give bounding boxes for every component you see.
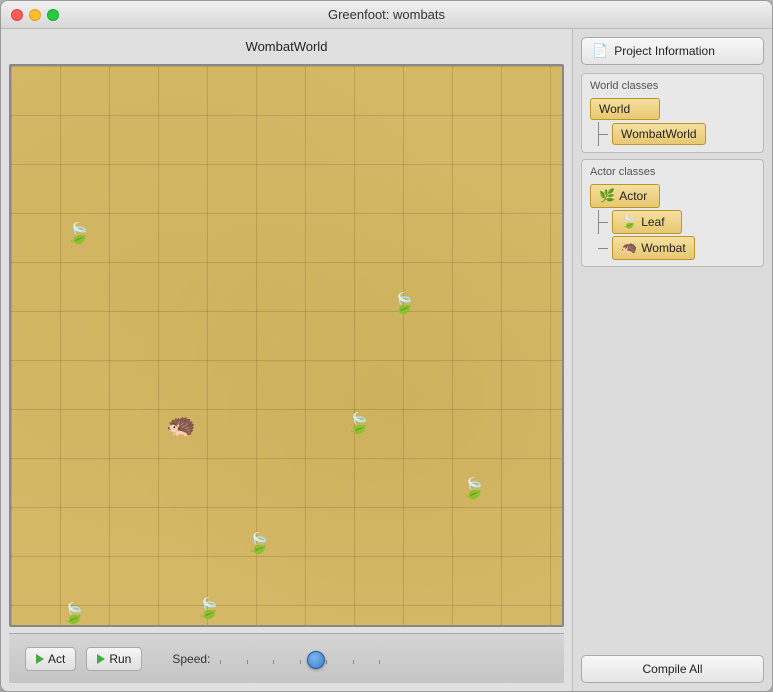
wombat-class-label: Wombat: [641, 241, 685, 255]
leaf-sprite-4[interactable]: 🍃: [461, 476, 486, 501]
actor-classes-box: Actor classes 🌿 Actor: [581, 159, 764, 267]
world-class-button[interactable]: World: [590, 98, 660, 120]
leaf-sprite-2[interactable]: 🍃: [391, 291, 416, 316]
leaf-class-item: 🍃 Leaf: [590, 210, 755, 234]
wombat-world-class-button[interactable]: WombatWorld: [612, 123, 706, 145]
doc-icon: 📄: [592, 43, 608, 59]
act-play-icon: [36, 654, 44, 664]
minimize-button[interactable]: [29, 9, 41, 21]
run-label: Run: [109, 652, 131, 666]
world-classes-box: World classes World: [581, 73, 764, 153]
leaf-sprite-3[interactable]: 🍃: [346, 411, 371, 436]
compile-all-label: Compile All: [642, 662, 702, 676]
world-class-item: World: [590, 98, 755, 120]
wombat-tree-horiz: [598, 248, 608, 249]
actor-class-icon: 🌿: [599, 188, 615, 204]
tick-4: [300, 660, 301, 664]
run-play-icon: [97, 654, 105, 664]
world-tree-indent: [590, 122, 608, 146]
tree-horiz-line: [598, 134, 608, 135]
world-title: WombatWorld: [9, 37, 564, 58]
world-canvas[interactable]: 🍃 🍃 🍃 🍃 🍃 🍃 🍃 🦔: [9, 64, 564, 627]
tick-6: [353, 660, 354, 664]
actor-class-label: Actor: [619, 189, 647, 203]
leaf-sprite-1[interactable]: 🍃: [66, 221, 91, 246]
maximize-button[interactable]: [47, 9, 59, 21]
grid-overlay: [11, 66, 562, 625]
leaf-tree-indent: [590, 210, 608, 234]
wombat-class-item: 🦔 Wombat: [590, 236, 755, 260]
speed-label: Speed:: [172, 652, 210, 666]
act-label: Act: [48, 652, 65, 666]
wombat-world-class-label: WombatWorld: [621, 127, 697, 141]
tick-1: [220, 660, 221, 664]
leaf-sprite-7[interactable]: 🍃: [61, 601, 86, 626]
window-title: Greenfoot: wombats: [328, 7, 445, 22]
tick-5: [326, 660, 327, 664]
slider-ticks: [220, 660, 380, 664]
leaf-sprite-6[interactable]: 🍃: [196, 596, 221, 621]
right-panel: 📄 Project Information World classes Worl…: [572, 29, 772, 691]
slider-thumb[interactable]: [307, 651, 325, 669]
project-info-label: Project Information: [614, 44, 715, 58]
leaf-class-label: Leaf: [641, 215, 664, 229]
speed-slider-container[interactable]: [220, 653, 380, 664]
act-button[interactable]: Act: [25, 647, 76, 671]
actor-class-item: 🌿 Actor: [590, 184, 755, 208]
tick-7: [379, 660, 380, 664]
wombat-class-icon: 🦔: [621, 240, 637, 256]
compile-all-button[interactable]: Compile All: [581, 655, 764, 683]
titlebar: Greenfoot: wombats: [1, 1, 772, 29]
leaf-sprite-5[interactable]: 🍃: [246, 531, 271, 556]
world-classes-section: World classes World: [581, 73, 764, 267]
leaf-tree-horiz: [598, 222, 608, 223]
run-button[interactable]: Run: [86, 647, 142, 671]
right-spacer: [581, 275, 764, 647]
world-class-label: World: [599, 102, 630, 116]
leaf-class-button[interactable]: 🍃 Leaf: [612, 210, 682, 234]
tick-2: [247, 660, 248, 664]
wombat-class-button[interactable]: 🦔 Wombat: [612, 236, 695, 260]
main-content: WombatWorld 🍃 🍃 🍃 🍃 🍃 🍃 🍃 🦔: [1, 29, 772, 691]
world-classes-label: World classes: [590, 80, 755, 92]
actor-classes-label: Actor classes: [590, 166, 755, 178]
app-window: Greenfoot: wombats WombatWorld 🍃 🍃 🍃 🍃 🍃…: [0, 0, 773, 692]
close-button[interactable]: [11, 9, 23, 21]
control-bar: Act Run Speed:: [9, 633, 564, 683]
leaf-class-icon: 🍃: [621, 214, 637, 230]
wombat-sprite[interactable]: 🦔: [166, 411, 196, 440]
world-class-tree: World WombatWorld: [590, 98, 755, 146]
project-info-button[interactable]: 📄 Project Information: [581, 37, 764, 65]
actor-class-tree: 🌿 Actor 🍃 Leaf: [590, 184, 755, 260]
tick-3: [273, 660, 274, 664]
traffic-lights: [11, 9, 59, 21]
actor-class-button[interactable]: 🌿 Actor: [590, 184, 660, 208]
wombat-tree-indent: [590, 236, 608, 260]
left-panel: WombatWorld 🍃 🍃 🍃 🍃 🍃 🍃 🍃 🦔: [1, 29, 572, 691]
wombat-world-class-item: WombatWorld: [590, 122, 755, 146]
